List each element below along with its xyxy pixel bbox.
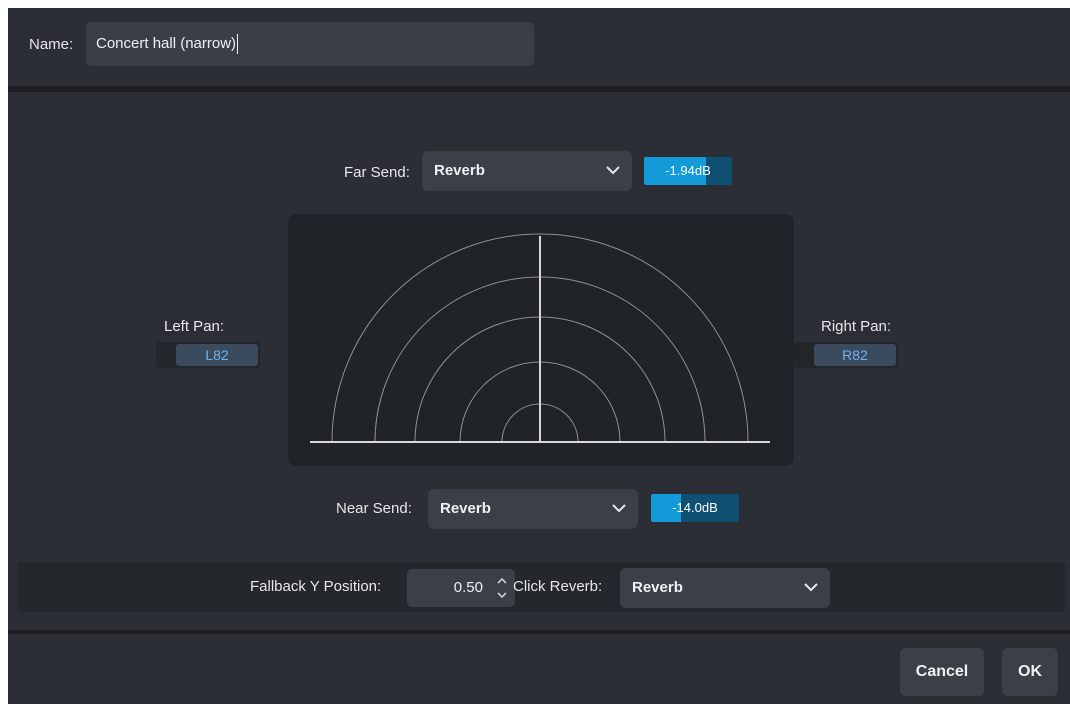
reverb-position-dialog: Name: Concert hall (narrow) Far Send: Re…: [8, 8, 1070, 704]
near-send-level-value: -14.0dB: [672, 500, 718, 515]
click-reverb-dropdown[interactable]: Reverb: [620, 568, 830, 608]
cancel-button[interactable]: Cancel: [900, 648, 984, 696]
chevron-down-icon: [804, 583, 818, 592]
far-send-dropdown[interactable]: Reverb: [422, 151, 632, 191]
right-pan-field[interactable]: R82: [794, 342, 898, 368]
fallback-y-value: 0.50: [453, 579, 483, 596]
chevron-down-icon[interactable]: [497, 591, 507, 599]
far-send-selected: Reverb: [434, 162, 485, 179]
stereo-field-panel[interactable]: [288, 214, 794, 466]
name-label: Name:: [29, 36, 74, 53]
left-pan-field[interactable]: L82: [156, 342, 260, 368]
fallback-y-spinbox[interactable]: 0.50: [407, 569, 515, 607]
name-input[interactable]: Concert hall (narrow): [86, 22, 534, 66]
chevron-down-icon: [606, 166, 620, 175]
left-pan-value: L82: [176, 344, 258, 366]
fallback-strip: Fallback Y Position: 0.50 Click Reverb: …: [17, 562, 1065, 612]
right-pan-label: Right Pan:: [821, 318, 892, 335]
text-caret: [237, 34, 239, 54]
near-send-label: Near Send:: [336, 500, 412, 517]
left-pan-label: Left Pan:: [164, 318, 225, 335]
content-area: Far Send: Reverb -1.94dB Left Pan: L82 R…: [8, 92, 1070, 630]
chevron-down-icon: [612, 504, 626, 513]
far-send-label: Far Send:: [344, 164, 410, 181]
stereo-field-graph[interactable]: [288, 214, 794, 466]
click-reverb-selected: Reverb: [632, 579, 683, 596]
name-row: Name: Concert hall (narrow): [8, 8, 1070, 86]
far-send-level-meter[interactable]: -1.94dB: [644, 157, 732, 185]
click-reverb-label: Click Reverb:: [513, 578, 603, 595]
dialog-footer: Cancel OK: [8, 634, 1070, 704]
ok-button[interactable]: OK: [1002, 648, 1058, 696]
right-pan-value: R82: [814, 344, 896, 366]
fallback-y-label: Fallback Y Position:: [250, 578, 382, 595]
far-send-level-value: -1.94dB: [665, 163, 711, 178]
near-send-dropdown[interactable]: Reverb: [428, 489, 638, 529]
name-input-value: Concert hall (narrow): [96, 34, 237, 52]
chevron-up-icon[interactable]: [497, 577, 507, 585]
near-send-level-meter[interactable]: -14.0dB: [651, 494, 739, 522]
near-send-selected: Reverb: [440, 500, 491, 517]
